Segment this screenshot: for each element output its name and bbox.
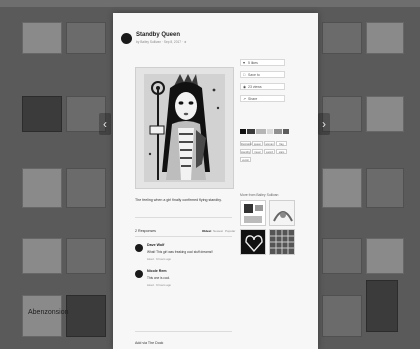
comment-meta[interactable]: Liked · 9 hours ago xyxy=(147,283,171,287)
feed-shot[interactable] xyxy=(66,168,106,208)
color-swatch[interactable] xyxy=(240,129,246,134)
next-shot-button[interactable]: › xyxy=(318,113,330,135)
likes-count: 5 likes xyxy=(248,61,258,65)
save-label: Save to xyxy=(248,73,260,77)
color-swatch[interactable] xyxy=(256,129,266,134)
thumbnail-art xyxy=(245,235,263,253)
feed-shot[interactable] xyxy=(66,238,106,274)
tag-chip[interactable]: illustration xyxy=(240,141,253,146)
comment-text: This one is cool. xyxy=(147,276,171,280)
avatar[interactable] xyxy=(135,270,143,278)
queen-illustration xyxy=(136,68,233,188)
comment-author[interactable]: Dave Wolf xyxy=(147,243,164,247)
more-shot-thumbnail[interactable] xyxy=(269,200,295,226)
sort-popular[interactable]: Popular xyxy=(225,229,235,233)
feed-shot[interactable] xyxy=(366,280,398,332)
chevron-left-icon: ‹ xyxy=(103,117,107,131)
feed-shot[interactable] xyxy=(322,238,362,274)
previous-shot-button[interactable]: ‹ xyxy=(99,113,111,135)
comment-author[interactable]: Nicole Rem xyxy=(147,269,167,273)
feed-shot-caption: Abenzonsion xyxy=(28,309,69,316)
feed-shot[interactable] xyxy=(322,295,362,337)
shot-title: Standby Queen xyxy=(136,32,181,38)
feed-shot[interactable] xyxy=(322,22,362,54)
shot-image[interactable] xyxy=(135,67,234,189)
color-swatch[interactable] xyxy=(247,129,255,134)
feed-shot[interactable] xyxy=(322,168,362,208)
tag-chip[interactable]: travel xyxy=(252,149,263,154)
shot-description: The feeling when a girl finally confirme… xyxy=(135,198,222,202)
divider xyxy=(135,217,232,218)
avatar[interactable] xyxy=(135,244,143,252)
shot-byline[interactable]: by Bailey Sullivan · Sep 8, 2017 · ★ xyxy=(136,40,187,44)
views-count: 23 views xyxy=(248,85,262,89)
feed-shot[interactable] xyxy=(22,96,62,132)
responses-count: 2 Responses xyxy=(135,229,156,233)
color-swatch[interactable] xyxy=(283,129,289,134)
sort-newest[interactable]: Newest xyxy=(213,229,223,233)
divider xyxy=(135,331,232,332)
add-link[interactable]: Add via The Dock xyxy=(135,341,163,345)
share-label: Share xyxy=(248,97,258,101)
feed-shot[interactable] xyxy=(66,295,106,337)
tag-chip[interactable]: woman xyxy=(264,141,275,146)
shot-modal: Standby Queen by Bailey Sullivan · Sep 8… xyxy=(113,13,318,349)
tag-chip[interactable]: stars xyxy=(276,149,287,154)
feed-shot[interactable] xyxy=(22,295,62,337)
share-button[interactable]: ↗ Share xyxy=(240,95,285,102)
feed-shot[interactable] xyxy=(366,96,404,132)
more-shot-thumbnail[interactable] xyxy=(269,229,295,255)
tag-chip[interactable]: sword xyxy=(264,149,275,154)
feed-shot[interactable] xyxy=(22,238,62,274)
comment-text: What! This girl was freaking cool stuff … xyxy=(147,250,213,254)
top-bar xyxy=(0,0,420,7)
sort-oldest[interactable]: Oldest xyxy=(202,229,211,233)
feed-shot[interactable] xyxy=(66,22,106,54)
feed-shot[interactable] xyxy=(22,168,62,208)
avatar[interactable] xyxy=(121,33,132,44)
feed-shot[interactable] xyxy=(366,22,404,54)
feed-shot[interactable] xyxy=(366,168,404,208)
thumbnail-art xyxy=(244,204,263,223)
more-shot-thumbnail[interactable] xyxy=(240,229,266,255)
save-button[interactable]: □ Save to xyxy=(240,71,285,78)
color-swatch[interactable] xyxy=(274,129,282,134)
thumbnail-art xyxy=(270,230,294,254)
like-button[interactable]: ♥ 5 likes xyxy=(240,59,285,66)
views-stat: ◉ 23 views xyxy=(240,83,285,90)
tag-chip[interactable]: queen xyxy=(252,141,263,146)
tag-chip[interactable]: standby xyxy=(240,149,251,154)
color-swatch[interactable] xyxy=(267,129,273,134)
more-shot-thumbnail[interactable] xyxy=(240,200,266,226)
more-from-label[interactable]: More from Bailey Sullivan xyxy=(240,193,278,197)
divider xyxy=(135,236,232,237)
feed-shot[interactable] xyxy=(22,22,62,54)
feed-shot[interactable] xyxy=(366,238,404,274)
tag-chip[interactable]: vector xyxy=(240,157,251,162)
thumbnail-art xyxy=(273,211,293,222)
tag-chip[interactable]: flag xyxy=(276,141,287,146)
comment-meta[interactable]: Liked · 9 hours ago xyxy=(147,257,171,261)
chevron-right-icon: › xyxy=(322,117,326,131)
